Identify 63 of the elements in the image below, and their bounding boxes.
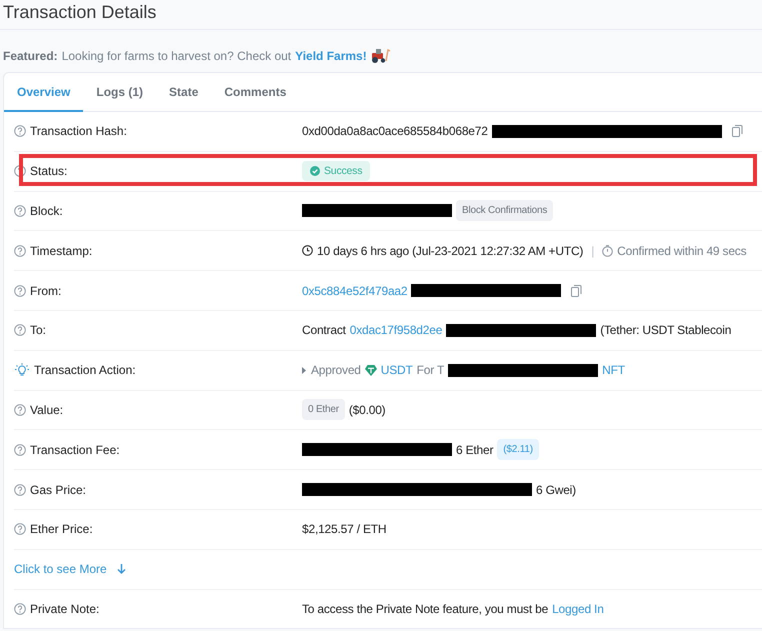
- value-text: 0xd00da0a8ac0ace685584b068e72: [302, 124, 488, 138]
- copy-icon[interactable]: [732, 125, 743, 138]
- row-label: Transaction Action:: [34, 363, 136, 378]
- value-text: 6 Gwei): [536, 482, 576, 497]
- see-more-link[interactable]: Click to see More: [14, 562, 302, 576]
- value-text: 10 days 6 hrs ago (Jul-23-2021 12:27:32 AM +UTC): [317, 244, 584, 258]
- address-link[interactable]: NFT: [602, 363, 625, 378]
- arrow-down-icon: [116, 564, 126, 574]
- value-text: ($0.00): [348, 402, 386, 417]
- row-label: Transaction Fee:: [30, 442, 120, 457]
- help-icon: [14, 204, 26, 217]
- price-badge: ($2.11): [497, 439, 539, 460]
- page-title: Transaction Details: [0, 0, 762, 30]
- featured-text: Looking for farms to harvest on? Check out: [62, 49, 292, 63]
- check-icon: [310, 166, 320, 176]
- row-label: From:: [30, 284, 62, 298]
- yield-farms-link[interactable]: Yield Farms!: [295, 49, 367, 63]
- value-text: (Tether: USDT Stablecoin: [600, 323, 732, 338]
- address-link[interactable]: 0xdac17f958d2ee: [350, 323, 442, 338]
- row-label: To:: [30, 323, 46, 338]
- address-link[interactable]: 0x5c884e52f479aa2: [302, 284, 408, 298]
- row-label: Private Note:: [30, 602, 100, 616]
- tab[interactable]: State: [156, 73, 212, 112]
- value-text: Confirmed within 49 secs: [617, 244, 746, 258]
- status-badge: Success: [302, 161, 370, 182]
- tractor-icon: [370, 49, 391, 63]
- row-label: Ether Price:: [30, 522, 93, 536]
- row-label: Gas Price:: [30, 482, 86, 497]
- row-label: Value:: [30, 402, 64, 417]
- tab[interactable]: Logs (1): [83, 73, 156, 112]
- help-icon: [14, 444, 26, 456]
- token-icon: [364, 364, 377, 376]
- value-text: Approved: [311, 363, 361, 378]
- tab[interactable]: Comments: [211, 73, 300, 112]
- help-icon: [14, 484, 26, 496]
- row-label: Status:: [30, 164, 68, 178]
- help-icon: [14, 404, 26, 416]
- caret-icon: [302, 366, 307, 374]
- value-text: For T: [416, 363, 444, 378]
- help-icon: [14, 125, 26, 138]
- row-label: Timestamp:: [30, 244, 92, 258]
- address-link[interactable]: USDT: [380, 363, 413, 378]
- help-icon: [14, 523, 26, 536]
- value-text: To access the Private Note feature, you must be: [302, 602, 548, 616]
- clock-icon: [302, 245, 313, 256]
- value-badge: Block Confirmations: [456, 200, 554, 222]
- help-icon: [14, 165, 26, 178]
- separator: |: [590, 244, 596, 258]
- address-link[interactable]: Logged In: [552, 602, 604, 616]
- featured-label: Featured:: [3, 49, 58, 63]
- help-icon: [14, 284, 26, 297]
- help-icon: [14, 602, 26, 615]
- timer-icon: [602, 244, 614, 257]
- value-text: $2,125.57 / ETH: [302, 522, 386, 536]
- help-icon: [14, 244, 26, 257]
- row-label: Block:: [30, 204, 63, 218]
- value-text: Contract: [302, 323, 346, 338]
- row-label: Transaction Hash:: [30, 124, 127, 138]
- value-badge: 0 Ether: [302, 399, 345, 420]
- value-text: 6 Ether: [456, 442, 494, 457]
- help-icon: [14, 324, 26, 336]
- copy-icon[interactable]: [571, 284, 582, 297]
- lightbulb-icon: [14, 363, 30, 378]
